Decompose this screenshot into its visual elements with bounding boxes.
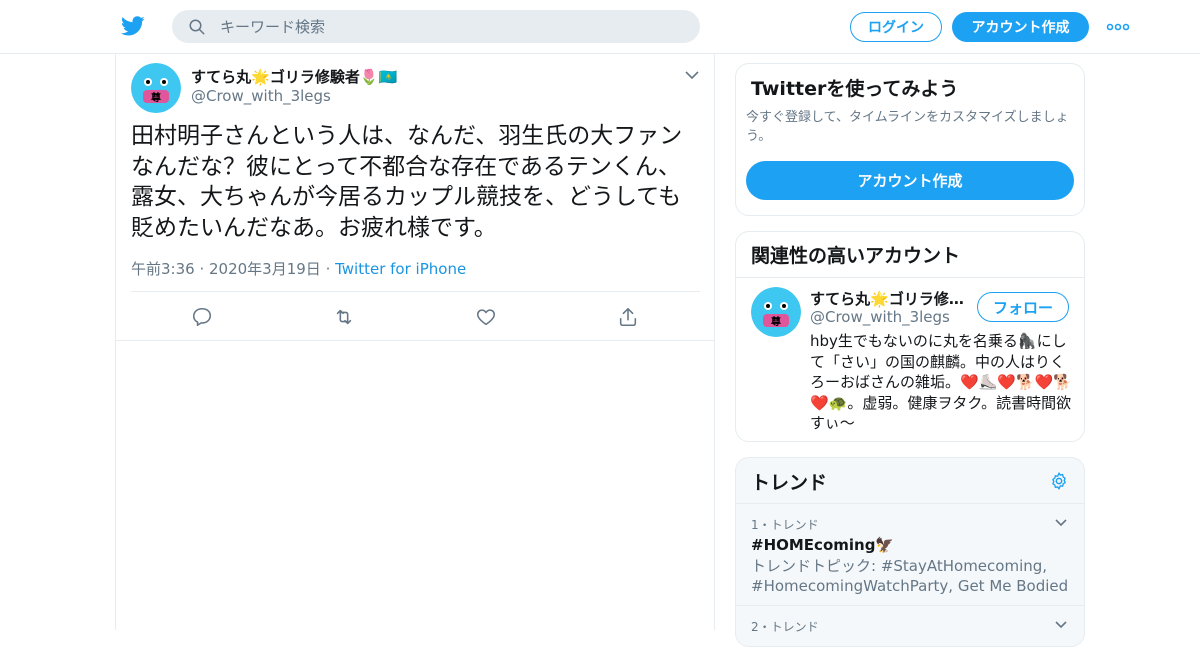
related-account-handle[interactable]: @Crow_with_3legs (810, 308, 950, 326)
trends-card: トレンド 1・トレンド #HOMEcoming🦅 トレンドトピック: #Stay… (735, 457, 1085, 647)
retweet-icon[interactable] (333, 306, 355, 328)
follow-button[interactable]: フォロー (977, 292, 1069, 322)
reply-icon[interactable] (191, 306, 213, 328)
tweet-column: 尊 すてら丸🌟ゴリラ修験者🌷🇰🇿 @Crow_with_3legs 田村明子さん… (115, 54, 715, 630)
divider (736, 503, 1084, 504)
chevron-down-icon[interactable] (1054, 619, 1068, 631)
related-account-name[interactable]: すてら丸🌟ゴリラ修験者🌷🇰🇿 (810, 288, 970, 309)
tweet-source-link[interactable]: Twitter for iPhone (335, 260, 466, 278)
search-input[interactable] (220, 10, 680, 43)
divider (736, 277, 1084, 278)
signup-card: Twitterを使ってみよう 今すぐ登録して、タイムラインをカスタマイズしましょ… (735, 63, 1085, 216)
trend-rank: 2・トレンド (751, 620, 819, 634)
trend-hashtag[interactable]: #HOMEcoming🦅 (751, 536, 1071, 554)
avatar-glyph: 尊 (151, 91, 161, 104)
like-heart-icon[interactable] (475, 306, 497, 328)
related-accounts-card: 関連性の高いアカウント 尊 すてら丸🌟ゴリラ修験者🌷🇰🇿 @Crow_with_… (735, 231, 1085, 442)
signup-card-button[interactable]: アカウント作成 (746, 161, 1074, 200)
signup-card-description: 今すぐ登録して、タイムラインをカスタマイズしましょう。 (746, 110, 1069, 144)
avatar-glyph: 尊 (771, 315, 781, 328)
avatar-image: 尊 (751, 287, 801, 337)
twitter-bird-icon[interactable] (120, 14, 146, 38)
signup-button[interactable]: アカウント作成 (952, 12, 1089, 42)
divider (736, 605, 1084, 606)
gear-icon[interactable] (1049, 471, 1069, 491)
trends-title: トレンド (751, 472, 828, 494)
tweet-metadata: 午前3:36 · 2020年3月19日 · Twitter for iPhone (131, 258, 466, 279)
tweet-text: 田村明子さんという人は、なんだ、羽生氏の大ファンなんだな？彼にとって不都合な存在… (131, 123, 683, 241)
trend-item[interactable]: 2・トレンド (751, 618, 1071, 635)
author-name[interactable]: すてら丸🌟ゴリラ修験者🌷🇰🇿 (191, 66, 397, 87)
avatar-image: 尊 (131, 63, 181, 113)
signup-card-title: Twitterを使ってみよう (751, 78, 959, 100)
divider (116, 340, 714, 341)
trend-description: トレンドトピック: #StayAtHomecoming, #Homecoming… (751, 557, 1069, 595)
meta-separator: · (320, 260, 336, 278)
trend-item[interactable]: 1・トレンド #HOMEcoming🦅 トレンドトピック: #StayAtHom… (751, 516, 1071, 596)
chevron-down-icon[interactable] (684, 68, 700, 82)
avatar[interactable]: 尊 (751, 287, 801, 337)
top-nav-bar: ログイン アカウント作成 (0, 0, 1200, 54)
search-box[interactable] (172, 10, 700, 43)
login-button[interactable]: ログイン (850, 12, 942, 42)
share-icon[interactable] (617, 306, 639, 328)
avatar[interactable]: 尊 (131, 63, 181, 113)
more-dots-icon[interactable] (1106, 18, 1130, 36)
tweet-timestamp[interactable]: 午前3:36 · 2020年3月19日 (131, 260, 321, 278)
search-icon (189, 19, 205, 35)
trend-rank: 1・トレンド (751, 518, 819, 532)
author-handle[interactable]: @Crow_with_3legs (191, 87, 331, 105)
related-account-bio: hby生でもないのに丸を名乗る🦍にして「さい」の国の麒麟。中の人はりくろーおばさ… (810, 332, 1073, 432)
related-accounts-title: 関連性の高いアカウント (751, 245, 961, 267)
chevron-down-icon[interactable] (1054, 517, 1068, 529)
divider (131, 291, 700, 292)
